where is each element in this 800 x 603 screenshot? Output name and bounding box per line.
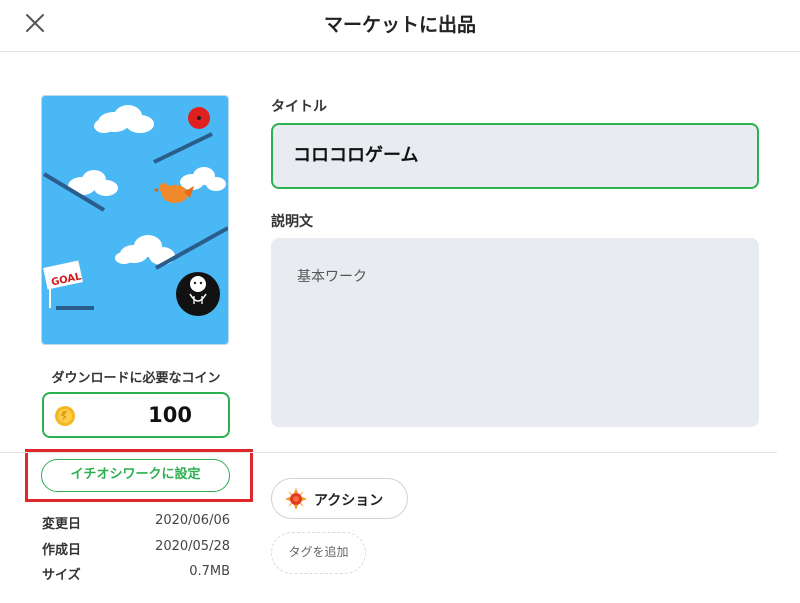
description-label: 説明文 (271, 214, 313, 230)
game-thumbnail: GOAL (42, 96, 228, 344)
coin-icon (55, 406, 75, 426)
meta-label: サイズ (42, 568, 81, 583)
meta-value: 2020/05/28 (155, 539, 230, 554)
meta-label: 変更日 (42, 517, 82, 532)
header-bar: マーケットに出品 (0, 0, 800, 52)
meta-row-created: 作成日 2020/05/28 (42, 539, 230, 559)
coin-value: 100 (148, 403, 192, 427)
character-ball (176, 272, 220, 316)
work-thumbnail[interactable]: GOAL (41, 95, 229, 345)
meta-value: 2020/06/06 (155, 513, 230, 528)
set-featured-work-button[interactable]: イチオシワークに設定 (41, 459, 230, 492)
section-divider (0, 452, 777, 453)
coin-price-input[interactable]: 100 (42, 392, 230, 438)
description-input[interactable]: 基本ワーク (271, 238, 759, 427)
title-label: タイトル (271, 99, 327, 115)
add-tag-button[interactable]: タグを追加 (271, 532, 366, 574)
tag-chip-action[interactable]: アクション (271, 478, 408, 519)
meta-label: 作成日 (42, 543, 82, 558)
sun-icon (285, 488, 307, 510)
title-input[interactable]: コロコロゲーム (271, 123, 759, 189)
meta-value: 0.7MB (189, 564, 230, 579)
coin-label: ダウンロードに必要なコイン (51, 371, 221, 386)
tag-label: アクション (314, 493, 384, 509)
meta-row-modified: 変更日 2020/06/06 (42, 513, 230, 533)
meta-row-size: サイズ 0.7MB (42, 564, 230, 584)
page-title: マーケットに出品 (323, 14, 476, 36)
